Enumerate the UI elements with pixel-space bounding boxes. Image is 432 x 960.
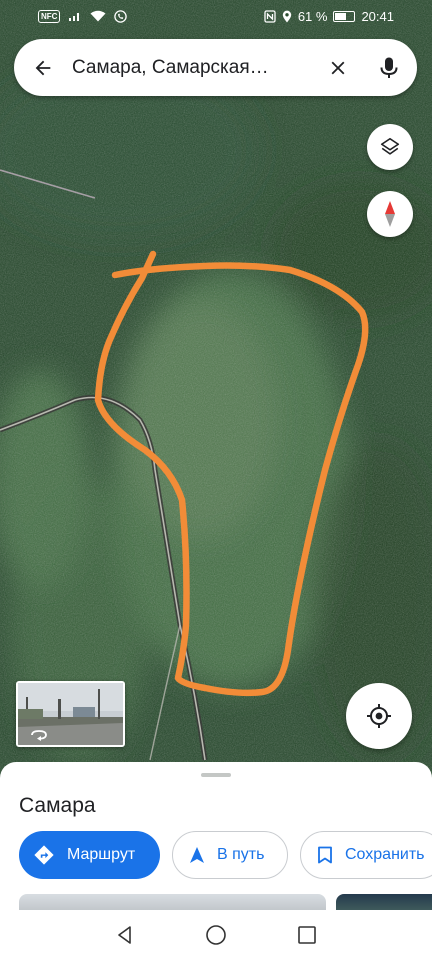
start-button[interactable]: В путь [172,831,288,879]
compass-icon [385,201,395,227]
directions-label: Маршрут [67,846,136,863]
directions-icon [34,845,54,865]
my-location-icon [367,704,391,728]
place-title: Самара [19,794,96,817]
action-chips: Маршрут В путь Сохранить [19,831,432,879]
my-location-button[interactable] [346,683,412,749]
sheet-drag-handle[interactable] [201,773,231,777]
battery-icon [333,10,356,22]
search-query[interactable]: Самара, Самарская… [72,57,315,79]
navigation-icon [190,847,204,863]
street-view-thumbnail[interactable] [16,681,125,747]
mic-icon [380,57,398,78]
start-label: В путь [217,846,265,863]
map-layers-button[interactable] [367,124,413,170]
battery-percent: 61 % [297,8,328,24]
layers-icon [380,137,400,155]
sim-icon: NFC [38,9,61,23]
home-circle-icon[interactable] [204,923,228,947]
save-button[interactable]: Сохранить [300,831,432,879]
search-bar[interactable]: Самара, Самарская… [14,39,417,96]
directions-button[interactable]: Маршрут [19,831,160,879]
back-triangle-icon[interactable] [114,924,136,946]
system-navigation-bar [0,910,432,960]
call-icon [114,9,128,23]
recents-square-icon[interactable] [296,924,318,946]
clock: 20:41 [361,8,394,24]
voice-search-button[interactable] [361,39,417,96]
clear-search-button[interactable] [315,39,361,96]
status-bar: NFC 61 % 20:41 [0,0,432,32]
bookmark-icon [318,846,332,864]
save-label: Сохранить [345,846,425,863]
signal-icon [69,13,80,21]
arrow-back-icon [35,60,51,75]
close-icon [331,61,345,74]
back-button[interactable] [14,39,72,96]
wifi-icon [90,10,106,22]
location-icon [282,10,292,22]
nfc-icon [264,9,276,23]
compass-button[interactable] [367,191,413,237]
streetview-rotate-icon [31,730,47,741]
